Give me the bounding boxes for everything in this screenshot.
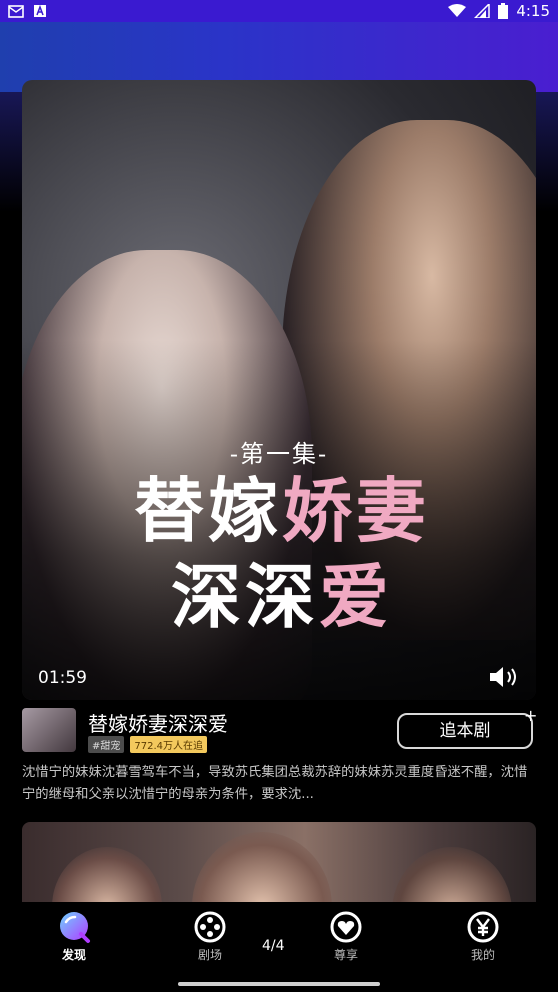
tab-label: 发现 <box>61 948 86 962</box>
yen-icon <box>467 911 499 943</box>
drama-description: 沈惜宁的妹妹沈暮雪驾车不当，导致苏氏集团总裁苏辞的妹妹苏灵重度昏迷不醒，沈惜宁的… <box>22 765 528 802</box>
follow-drama-button[interactable]: 追本剧 <box>397 713 533 749</box>
signal-icon <box>474 4 491 18</box>
mail-notification-icon <box>8 5 24 18</box>
plus-icon: + <box>524 706 538 725</box>
tab-discover[interactable]: 发现 <box>34 910 114 963</box>
poster-title: 替嫁娇妻 深深爱 <box>62 468 502 640</box>
status-bar: 4:15 <box>0 0 558 22</box>
drama-tags: #甜宠 772.4万人在追 <box>88 736 208 753</box>
next-video-card[interactable] <box>22 822 536 907</box>
episode-label: -第一集- <box>229 440 329 468</box>
video-player[interactable]: -第一集- 替嫁娇妻 深深爱 01:59 <box>22 80 536 700</box>
heart-badge-icon <box>330 911 362 943</box>
poster-title-part: 深深 <box>171 555 319 638</box>
battery-icon <box>498 3 509 19</box>
poster-title-part-pink: 娇妻 <box>282 469 430 552</box>
video-current-time: 01:59 <box>38 668 87 688</box>
next-poster-figure <box>192 832 332 907</box>
poster-title-part: 替嫁 <box>134 469 282 552</box>
followers-tag: 772.4万人在追 <box>130 736 208 753</box>
tab-theater[interactable]: 剧场 <box>170 910 250 963</box>
poster-title-part-pink: 爱 <box>319 555 393 638</box>
drama-info-row: 替嫁娇妻深深爱 #甜宠 772.4万人在追 追本剧 + <box>22 706 538 756</box>
drama-title[interactable]: 替嫁娇妻深深爱 <box>88 708 228 737</box>
tab-profile[interactable]: 我的 <box>443 910 523 963</box>
volume-icon[interactable] <box>488 664 522 690</box>
wifi-icon <box>448 4 467 17</box>
tab-premium[interactable]: 尊享 <box>306 910 386 963</box>
tab-label: 我的 <box>470 948 495 962</box>
app-notification-icon <box>34 4 46 17</box>
page-indicator: 4/4 <box>262 938 285 954</box>
film-reel-icon <box>194 911 226 943</box>
home-indicator[interactable] <box>178 982 380 986</box>
genre-tag: #甜宠 <box>88 736 125 753</box>
status-time: 4:15 <box>516 2 550 20</box>
tab-label: 剧场 <box>197 948 222 962</box>
next-poster-figure <box>392 847 512 907</box>
discover-icon <box>60 912 90 943</box>
tab-label: 尊享 <box>333 948 358 962</box>
drama-thumbnail[interactable] <box>22 708 76 752</box>
next-poster-figure <box>52 847 162 907</box>
